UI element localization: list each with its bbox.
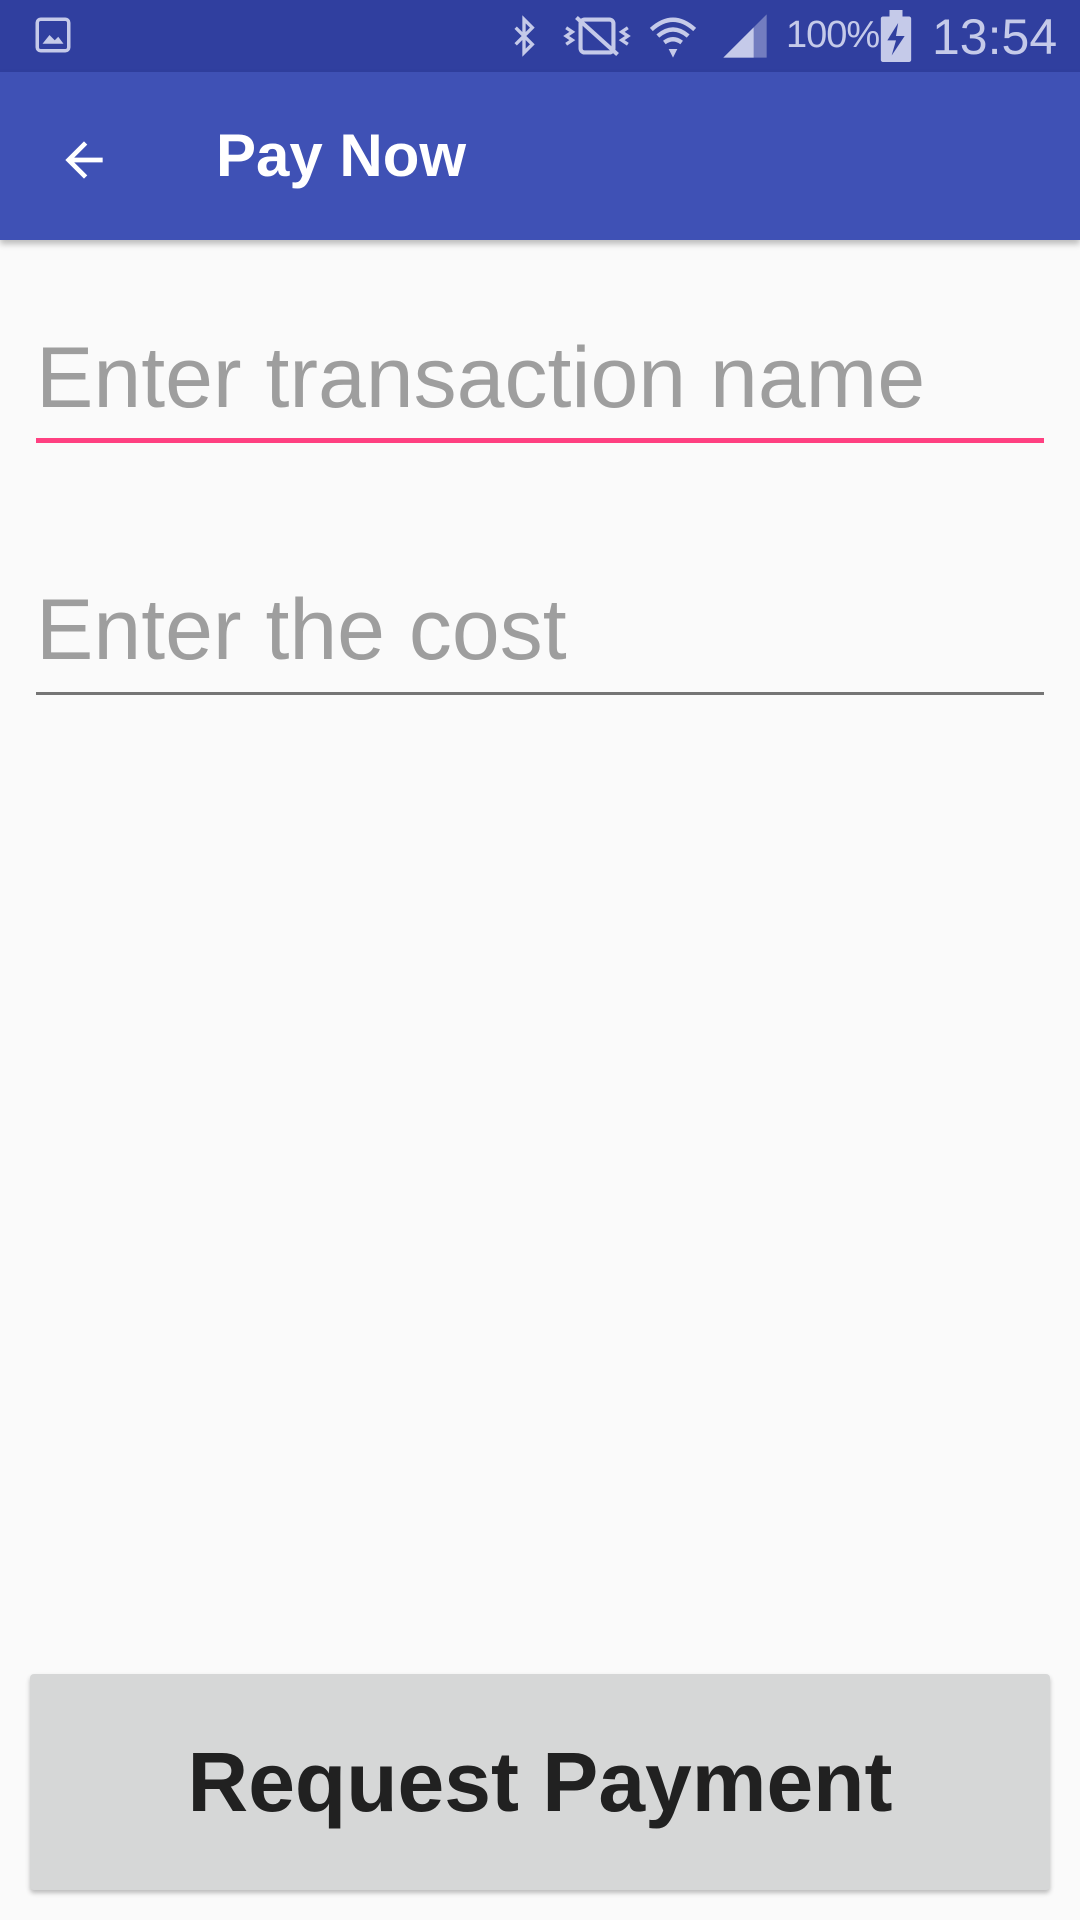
battery-percentage: 100%: [786, 14, 880, 56]
cost-field-container: [36, 570, 1044, 695]
back-button[interactable]: [36, 112, 132, 208]
clock: 13:54: [932, 9, 1058, 65]
page-title: Pay Now: [216, 122, 467, 189]
gallery-icon: [35, 17, 71, 53]
arrow-back-icon: [65, 141, 103, 179]
status-bar: 100% 13:54: [0, 0, 1080, 72]
transaction-name-field-container: [36, 318, 1044, 443]
vibrate-icon: [563, 15, 631, 57]
wifi-icon: [649, 17, 697, 58]
transaction-name-underline: [36, 438, 1044, 443]
bluetooth-icon: [514, 15, 535, 57]
battery-charging-icon: [880, 10, 912, 62]
signal-icon: [723, 14, 767, 58]
transaction-name-input[interactable]: [36, 318, 1044, 438]
cost-underline: [36, 692, 1044, 695]
app-bar: Pay Now: [0, 72, 1080, 240]
cost-input[interactable]: [36, 570, 1044, 690]
request-payment-button[interactable]: Request Payment: [30, 1674, 1050, 1890]
